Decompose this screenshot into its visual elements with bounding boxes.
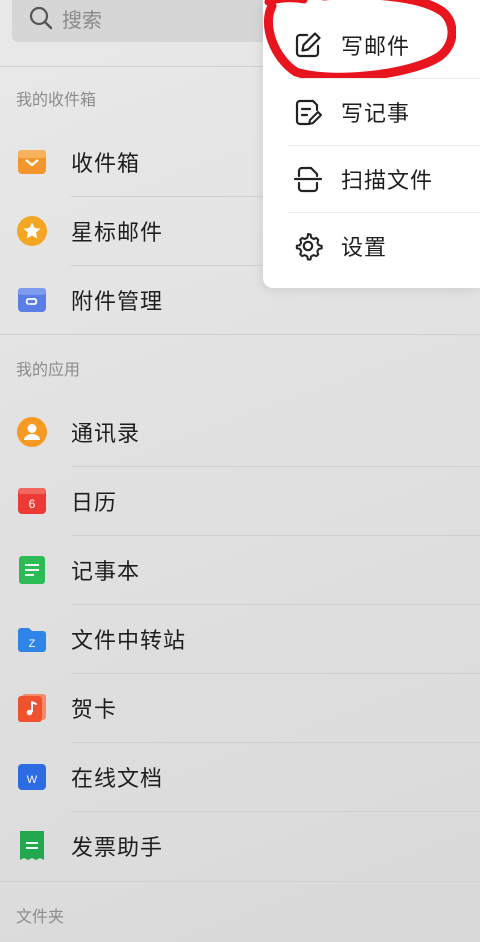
- section-divider: [0, 881, 480, 882]
- menu-item-notepad[interactable]: 记事本: [0, 536, 480, 604]
- gear-icon: [293, 231, 323, 261]
- attachment-icon: [16, 284, 48, 316]
- menu-item-label: 收件箱: [71, 152, 141, 177]
- file-transfer-badge: Z: [29, 638, 36, 650]
- menu-item-label: 附件管理: [71, 290, 164, 315]
- section-divider: [0, 334, 480, 335]
- menu-item-file-transfer[interactable]: Z 文件中转站: [0, 605, 480, 673]
- menu-item-label: 文件中转站: [71, 629, 187, 654]
- calendar-icon: 6: [16, 485, 48, 517]
- search-icon: [28, 5, 54, 31]
- menu-item-label: 日历: [71, 491, 118, 516]
- inbox-icon: [16, 146, 48, 178]
- file-transfer-icon: Z: [16, 623, 48, 655]
- menu-item-label: 贺卡: [71, 698, 118, 723]
- popup-item-label: 写邮件: [341, 35, 411, 60]
- popup-item-scan[interactable]: 扫描文件: [263, 146, 480, 212]
- scan-icon: [293, 164, 323, 194]
- menu-item-contacts[interactable]: 通讯录: [0, 398, 480, 466]
- menu-item-greeting-card[interactable]: 贺卡: [0, 674, 480, 742]
- online-doc-icon: W: [16, 761, 48, 793]
- search-bar[interactable]: 搜索: [12, 0, 302, 42]
- menu-item-label: 星标邮件: [71, 221, 164, 246]
- invoice-icon: [16, 830, 48, 862]
- calendar-badge: 6: [29, 497, 36, 511]
- search-placeholder: 搜索: [62, 7, 102, 32]
- menu-item-label: 通讯录: [71, 422, 141, 447]
- menu-item-label: 发票助手: [71, 836, 164, 861]
- section-header-folders: 文件夹: [16, 907, 65, 926]
- menu-item-online-docs[interactable]: W 在线文档: [0, 743, 480, 811]
- menu-item-label: 在线文档: [71, 767, 164, 792]
- greeting-card-icon: [16, 692, 48, 724]
- menu-item-calendar[interactable]: 6 日历: [0, 467, 480, 535]
- notepad-icon: [16, 554, 48, 586]
- popup-item-label: 写记事: [341, 102, 411, 127]
- star-icon: [16, 215, 48, 247]
- section-header-apps: 我的应用: [16, 360, 81, 379]
- popup-item-write-note[interactable]: 写记事: [263, 79, 480, 145]
- popup-item-label: 扫描文件: [341, 169, 434, 194]
- menu-item-label: 记事本: [71, 560, 141, 585]
- popup-menu: 写邮件 写记事 扫描文件 设置: [263, 0, 480, 288]
- popup-item-label: 设置: [341, 236, 388, 261]
- compose-icon: [293, 30, 323, 60]
- section-header-inbox: 我的收件箱: [16, 90, 97, 109]
- contacts-icon: [16, 416, 48, 448]
- write-note-icon: [293, 97, 323, 127]
- popup-item-compose[interactable]: 写邮件: [263, 12, 480, 78]
- menu-item-invoice[interactable]: 发票助手: [0, 812, 480, 880]
- online-doc-badge: W: [27, 774, 38, 786]
- popup-item-settings[interactable]: 设置: [263, 213, 480, 279]
